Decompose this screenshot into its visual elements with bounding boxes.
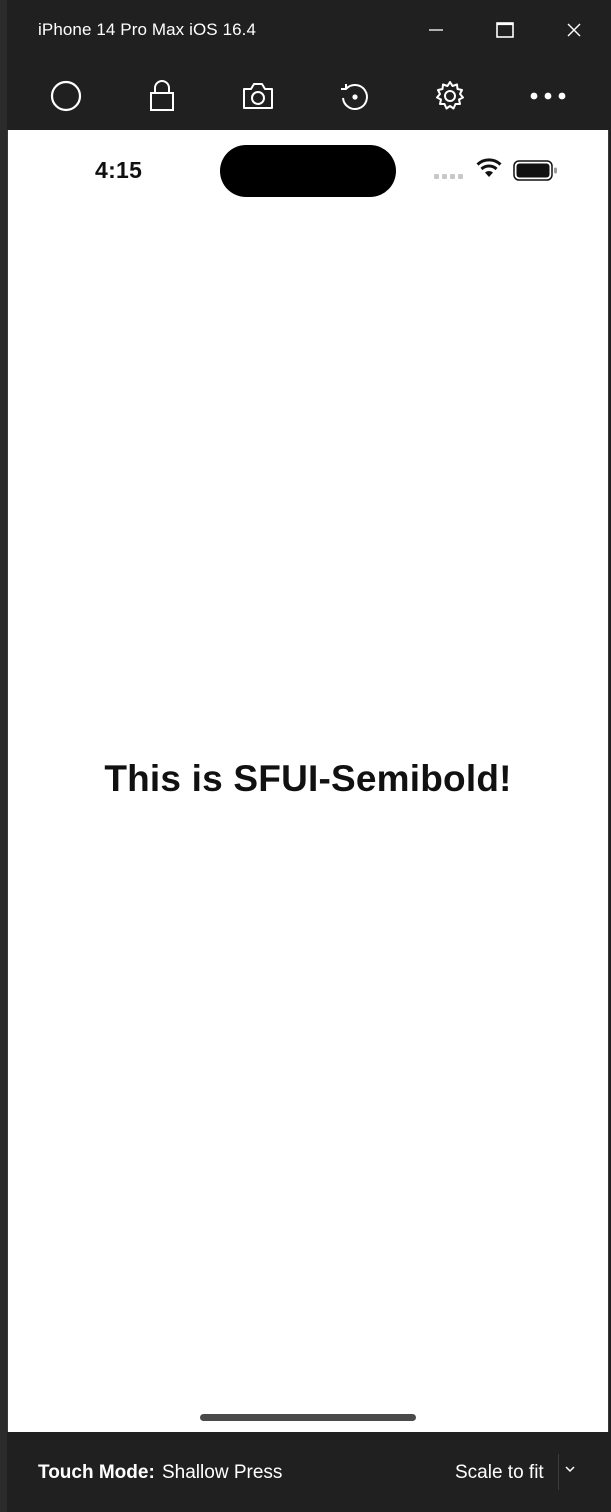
dynamic-island <box>220 145 396 197</box>
status-time: 4:15 <box>95 157 143 183</box>
title-bar: iPhone 14 Pro Max iOS 16.4 <box>7 0 611 62</box>
lock-button[interactable] <box>135 70 189 122</box>
touch-mode-value[interactable]: Shallow Press <box>162 1462 282 1484</box>
dropdown-divider <box>558 1454 559 1490</box>
maximize-button[interactable] <box>480 10 530 50</box>
camera-icon <box>243 83 273 109</box>
cellular-signal-icon <box>434 174 463 179</box>
minimize-icon <box>429 29 443 31</box>
gear-icon <box>436 81 464 110</box>
maximize-icon <box>496 22 514 38</box>
settings-button[interactable] <box>423 70 477 122</box>
screen-right-border <box>608 130 609 1432</box>
home-indicator[interactable] <box>200 1414 416 1421</box>
close-icon <box>567 23 581 37</box>
bottom-bar: Touch Mode: Shallow Press Scale to fit <box>7 1432 611 1512</box>
app-message: This is SFUI-Semibold! <box>104 758 512 799</box>
window-title: iPhone 14 Pro Max iOS 16.4 <box>38 20 257 39</box>
simulator-window: iPhone 14 Pro Max iOS 16.4 4:15 This is … <box>0 0 611 1512</box>
circle-icon <box>50 80 82 112</box>
screenshot-button[interactable] <box>231 70 285 122</box>
minimize-button[interactable] <box>411 10 461 50</box>
lock-icon <box>150 80 174 111</box>
more-icon <box>530 92 566 100</box>
touch-mode-label: Touch Mode: <box>38 1462 155 1483</box>
chevron-down-icon <box>565 1466 575 1473</box>
device-screen[interactable]: 4:15 This is SFUI-Semibold! <box>8 130 608 1432</box>
rotate-button[interactable] <box>327 70 381 122</box>
home-button[interactable] <box>39 70 93 122</box>
wifi-icon <box>476 158 502 177</box>
simulator-toolbar <box>7 62 611 130</box>
close-button[interactable] <box>549 10 599 50</box>
more-button[interactable] <box>521 70 575 122</box>
rotate-icon <box>341 84 368 110</box>
background-window-edge <box>0 0 7 1512</box>
battery-icon <box>513 160 557 181</box>
scale-dropdown[interactable]: Scale to fit <box>449 1454 599 1490</box>
scale-dropdown-value: Scale to fit <box>455 1462 544 1483</box>
